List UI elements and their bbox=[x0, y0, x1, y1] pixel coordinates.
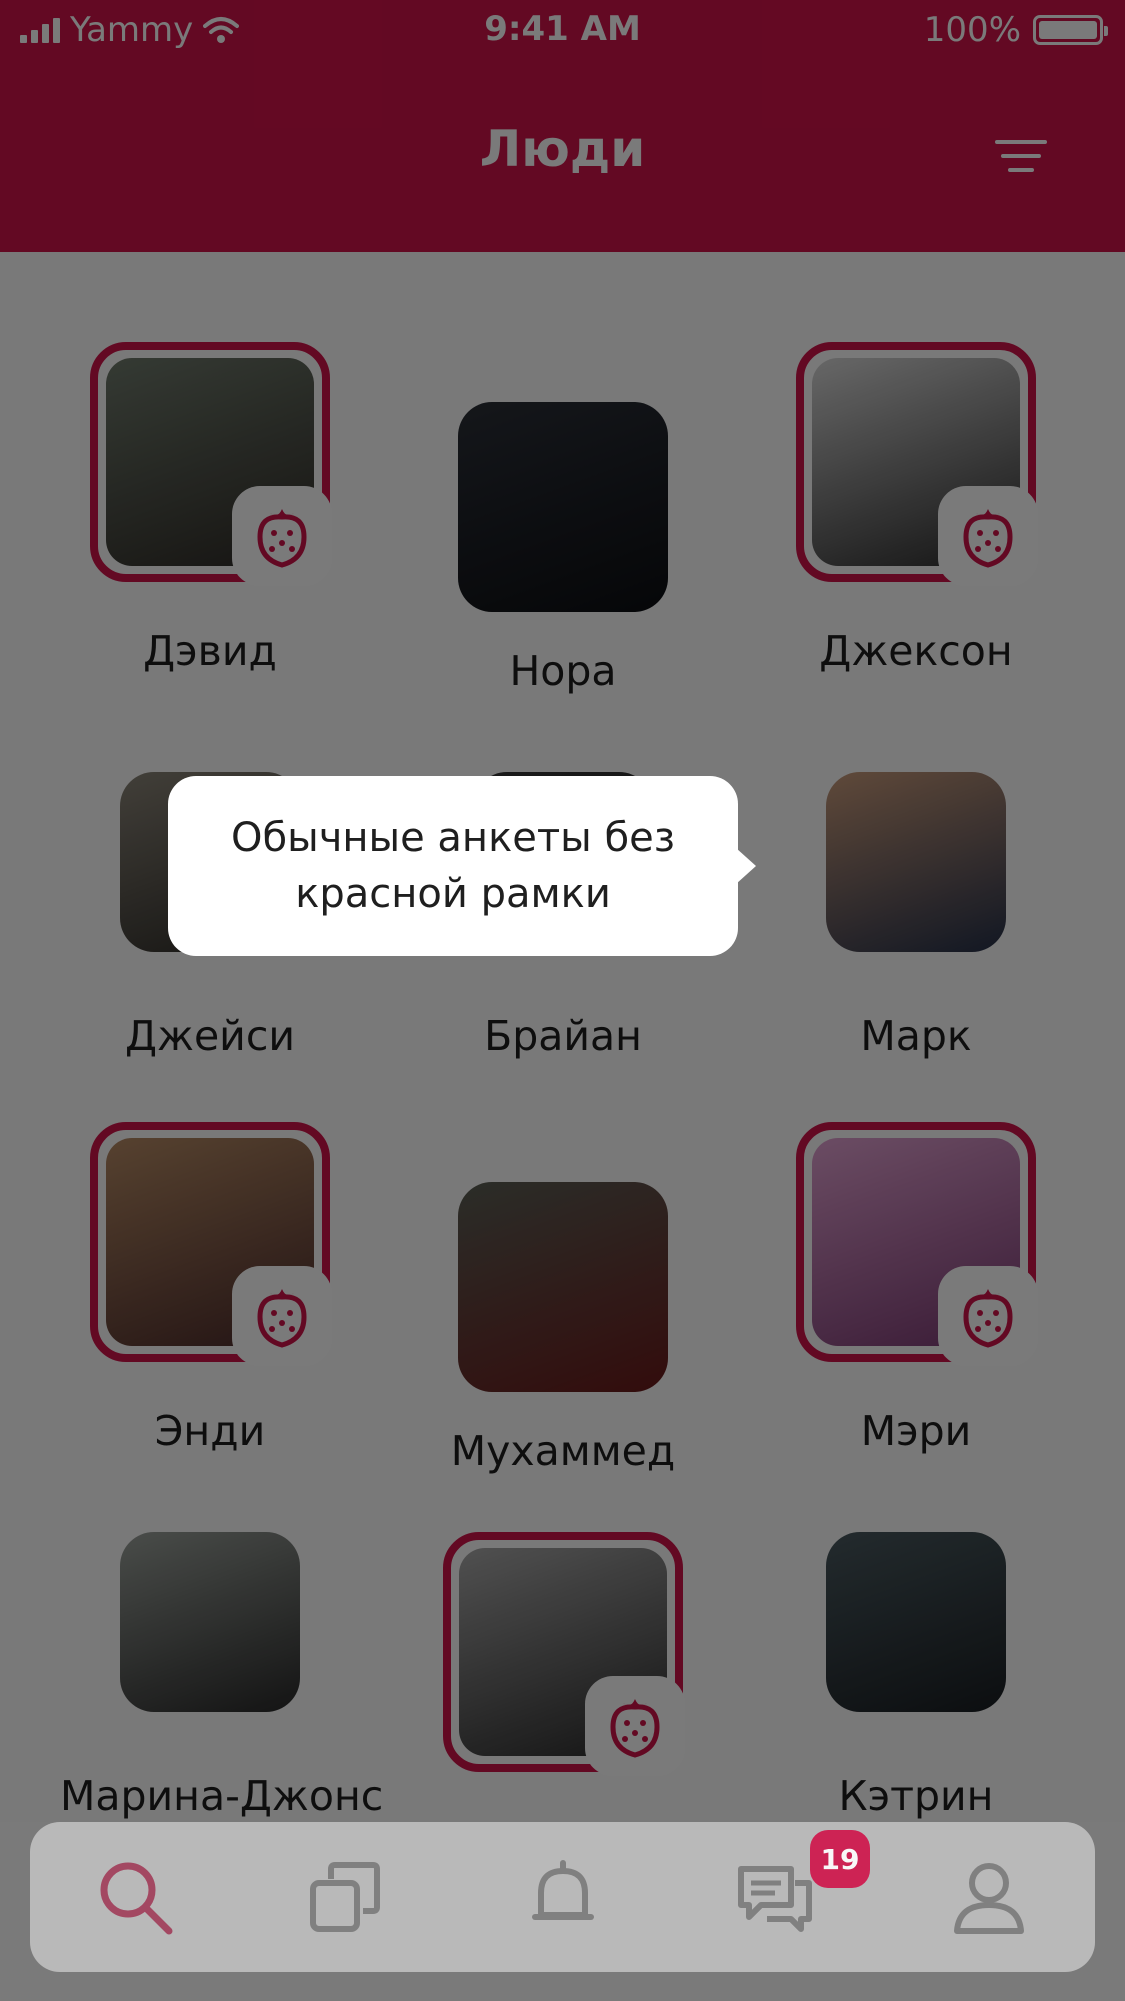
person-name: Дэвид bbox=[143, 627, 277, 675]
person-card[interactable]: Дэвид bbox=[60, 342, 360, 675]
person-name: Марк bbox=[860, 1012, 972, 1060]
tooltip: Обычные анкеты без красной рамки bbox=[168, 776, 756, 956]
strawberry-icon bbox=[257, 1289, 307, 1348]
battery-label: 100% bbox=[923, 10, 1021, 50]
person-name: Марина-Джонс bbox=[60, 1772, 384, 1820]
strawberry-icon bbox=[257, 509, 307, 568]
person-name: Энди bbox=[154, 1407, 266, 1455]
premium-badge bbox=[938, 1266, 1038, 1366]
profile-icon bbox=[954, 1863, 1024, 1934]
premium-badge bbox=[938, 486, 1038, 586]
bell-icon bbox=[532, 1860, 594, 1920]
search-icon bbox=[100, 1862, 173, 1935]
person-card[interactable]: Энди bbox=[60, 1122, 360, 1455]
cards-icon bbox=[310, 1862, 380, 1932]
tab-cards[interactable] bbox=[300, 1852, 390, 1942]
strawberry-icon bbox=[963, 509, 1013, 568]
battery-icon bbox=[1033, 15, 1108, 45]
status-right: 100% bbox=[923, 10, 1108, 50]
premium-badge bbox=[232, 486, 332, 586]
person-name: Джейси bbox=[124, 1012, 296, 1060]
person-card[interactable]: Кэтрин bbox=[766, 1532, 1066, 1822]
avatar bbox=[826, 1532, 1006, 1712]
avatar bbox=[458, 1182, 668, 1392]
tab-notifications[interactable] bbox=[518, 1852, 608, 1942]
chat-badge: 19 bbox=[810, 1830, 870, 1888]
strawberry-icon bbox=[963, 1289, 1013, 1348]
avatar bbox=[120, 1532, 300, 1712]
page-title: Люди bbox=[479, 120, 646, 178]
person-card[interactable]: Джейси bbox=[413, 1532, 713, 1822]
strawberry-icon bbox=[610, 1699, 660, 1758]
status-bar: Yammy 9:41 AM 100% bbox=[0, 0, 1125, 60]
premium-badge bbox=[232, 1266, 332, 1366]
person-card[interactable]: Марк bbox=[766, 772, 1066, 1102]
filter-icon[interactable] bbox=[995, 140, 1047, 174]
chat-icon bbox=[738, 1866, 812, 1932]
avatar bbox=[826, 772, 1006, 952]
person-name: Кэтрин bbox=[838, 1772, 994, 1820]
person-name: Джексон bbox=[819, 627, 1013, 675]
person-name: Брайан bbox=[484, 1012, 642, 1060]
person-card[interactable]: Мухаммед bbox=[413, 1122, 713, 1475]
people-grid: Дэвид Нора Джексон Джейси Брайан Марк Энди Муха… bbox=[0, 252, 1125, 1822]
person-name: Нора bbox=[509, 647, 617, 695]
person-name: Мухаммед bbox=[450, 1427, 676, 1475]
premium-badge bbox=[585, 1676, 685, 1776]
tab-bar bbox=[30, 1822, 1095, 1972]
tab-profile[interactable] bbox=[944, 1852, 1034, 1942]
tab-search[interactable] bbox=[90, 1852, 180, 1942]
person-card[interactable]: Нора bbox=[413, 342, 713, 695]
person-card[interactable]: Марина-Джонс bbox=[60, 1532, 384, 1822]
tab-chats[interactable] bbox=[730, 1852, 820, 1942]
person-name: Мэри bbox=[860, 1407, 972, 1455]
person-card[interactable]: Мэри bbox=[766, 1122, 1066, 1455]
tooltip-text: Обычные анкеты без красной рамки bbox=[230, 815, 675, 917]
header: Yammy 9:41 AM 100% Люди bbox=[0, 0, 1125, 252]
avatar bbox=[458, 402, 668, 612]
person-card[interactable]: Джексон bbox=[766, 342, 1066, 675]
